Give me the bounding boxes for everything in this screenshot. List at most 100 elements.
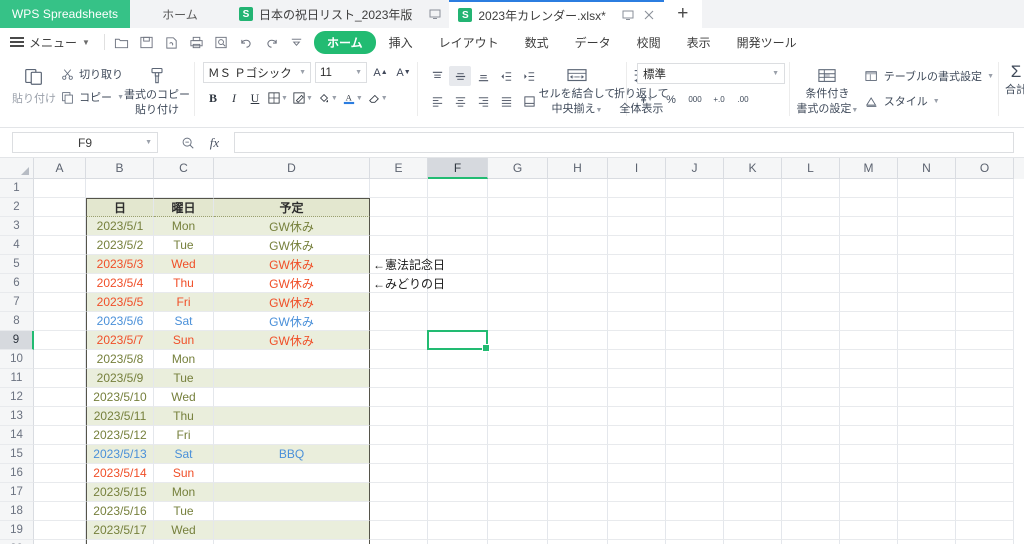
cell-G15[interactable]	[488, 445, 548, 464]
cell-N18[interactable]	[898, 502, 956, 521]
cell-A3[interactable]	[34, 217, 86, 236]
orientation-button[interactable]	[518, 91, 540, 111]
cell-I4[interactable]	[608, 236, 666, 255]
row-header-1[interactable]: 1	[0, 179, 34, 198]
cell-O12[interactable]	[956, 388, 1014, 407]
cell-G19[interactable]	[488, 521, 548, 540]
cell-C5[interactable]: Wed	[154, 255, 214, 274]
autosum-icon[interactable]: Σ	[1003, 61, 1024, 83]
cell-B14[interactable]: 2023/5/12	[86, 426, 154, 445]
cell-C3[interactable]: Mon	[154, 217, 214, 236]
cell-A9[interactable]	[34, 331, 86, 350]
cell-G12[interactable]	[488, 388, 548, 407]
cell-I3[interactable]	[608, 217, 666, 236]
cell-G11[interactable]	[488, 369, 548, 388]
cell-H12[interactable]	[548, 388, 608, 407]
cell-F11[interactable]	[428, 369, 488, 388]
cell-C2[interactable]: 曜日	[154, 198, 214, 217]
font-size-select[interactable]: 11 ▼	[315, 62, 367, 83]
cell-F17[interactable]	[428, 483, 488, 502]
cell-K11[interactable]	[724, 369, 782, 388]
cell-A6[interactable]	[34, 274, 86, 293]
cell-N12[interactable]	[898, 388, 956, 407]
cell-F19[interactable]	[428, 521, 488, 540]
ribbon-tab-review[interactable]: 校閲	[624, 31, 674, 54]
decrease-indent-button[interactable]	[495, 66, 517, 86]
increase-decimal-button[interactable]: +.0	[709, 90, 729, 109]
cell-K12[interactable]	[724, 388, 782, 407]
cell-D11[interactable]	[214, 369, 370, 388]
cell-F9[interactable]	[428, 331, 488, 350]
cell-F7[interactable]	[428, 293, 488, 312]
cell-K7[interactable]	[724, 293, 782, 312]
cell-E17[interactable]	[370, 483, 428, 502]
cell-E16[interactable]	[370, 464, 428, 483]
cell-D7[interactable]: GW休み	[214, 293, 370, 312]
cell-E10[interactable]	[370, 350, 428, 369]
cell-A15[interactable]	[34, 445, 86, 464]
cell-D3[interactable]: GW休み	[214, 217, 370, 236]
cell-N1[interactable]	[898, 179, 956, 198]
cell-O5[interactable]	[956, 255, 1014, 274]
cell-E15[interactable]	[370, 445, 428, 464]
cell-J12[interactable]	[666, 388, 724, 407]
cell-C13[interactable]: Thu	[154, 407, 214, 426]
cell-F18[interactable]	[428, 502, 488, 521]
cell-D2[interactable]: 予定	[214, 198, 370, 217]
row-header-10[interactable]: 10	[0, 350, 34, 369]
table-row[interactable]: 1	[0, 179, 1024, 198]
draw-border-button[interactable]: ▼	[291, 88, 315, 108]
cell-B16[interactable]: 2023/5/14	[86, 464, 154, 483]
column-header-c[interactable]: C	[154, 158, 214, 179]
cell-M1[interactable]	[840, 179, 898, 198]
cell-O2[interactable]	[956, 198, 1014, 217]
cell-A11[interactable]	[34, 369, 86, 388]
cell-J19[interactable]	[666, 521, 724, 540]
cell-O16[interactable]	[956, 464, 1014, 483]
cell-A2[interactable]	[34, 198, 86, 217]
cell-G8[interactable]	[488, 312, 548, 331]
cell-L5[interactable]	[782, 255, 840, 274]
align-left-button[interactable]	[426, 91, 448, 111]
cell-H5[interactable]	[548, 255, 608, 274]
decrease-font-size-button[interactable]: A ▼	[394, 63, 413, 83]
cell-N6[interactable]	[898, 274, 956, 293]
cell-A17[interactable]	[34, 483, 86, 502]
table-row[interactable]: 17 2023/5/15 Mon	[0, 483, 1024, 502]
cell-D15[interactable]: BBQ	[214, 445, 370, 464]
cell-K20[interactable]	[724, 540, 782, 544]
cell-B7[interactable]: 2023/5/5	[86, 293, 154, 312]
cell-E19[interactable]	[370, 521, 428, 540]
row-header-7[interactable]: 7	[0, 293, 34, 312]
cell-L15[interactable]	[782, 445, 840, 464]
cell-D9[interactable]: GW休み	[214, 331, 370, 350]
cell-D16[interactable]	[214, 464, 370, 483]
cell-A13[interactable]	[34, 407, 86, 426]
cell-H13[interactable]	[548, 407, 608, 426]
table-row[interactable]: 6 2023/5/4 Thu GW休み ←みどりの日	[0, 274, 1024, 293]
cell-N20[interactable]	[898, 540, 956, 544]
cell-M20[interactable]	[840, 540, 898, 544]
cell-O19[interactable]	[956, 521, 1014, 540]
cell-G2[interactable]	[488, 198, 548, 217]
cell-L10[interactable]	[782, 350, 840, 369]
cell-D19[interactable]	[214, 521, 370, 540]
ribbon-tab-developer[interactable]: 開発ツール	[724, 31, 810, 54]
cell-G6[interactable]	[488, 274, 548, 293]
cell-J8[interactable]	[666, 312, 724, 331]
cell-J1[interactable]	[666, 179, 724, 198]
cell-C20[interactable]: Thu	[154, 540, 214, 544]
cell-K19[interactable]	[724, 521, 782, 540]
cell-K16[interactable]	[724, 464, 782, 483]
cell-H1[interactable]	[548, 179, 608, 198]
cell-H4[interactable]	[548, 236, 608, 255]
cell-I2[interactable]	[608, 198, 666, 217]
cell-O7[interactable]	[956, 293, 1014, 312]
cell-I17[interactable]	[608, 483, 666, 502]
cell-E1[interactable]	[370, 179, 428, 198]
table-row[interactable]: 7 2023/5/5 Fri GW休み	[0, 293, 1024, 312]
cell-H8[interactable]	[548, 312, 608, 331]
cell-E4[interactable]	[370, 236, 428, 255]
cell-F16[interactable]	[428, 464, 488, 483]
save-as-icon[interactable]	[161, 31, 183, 53]
